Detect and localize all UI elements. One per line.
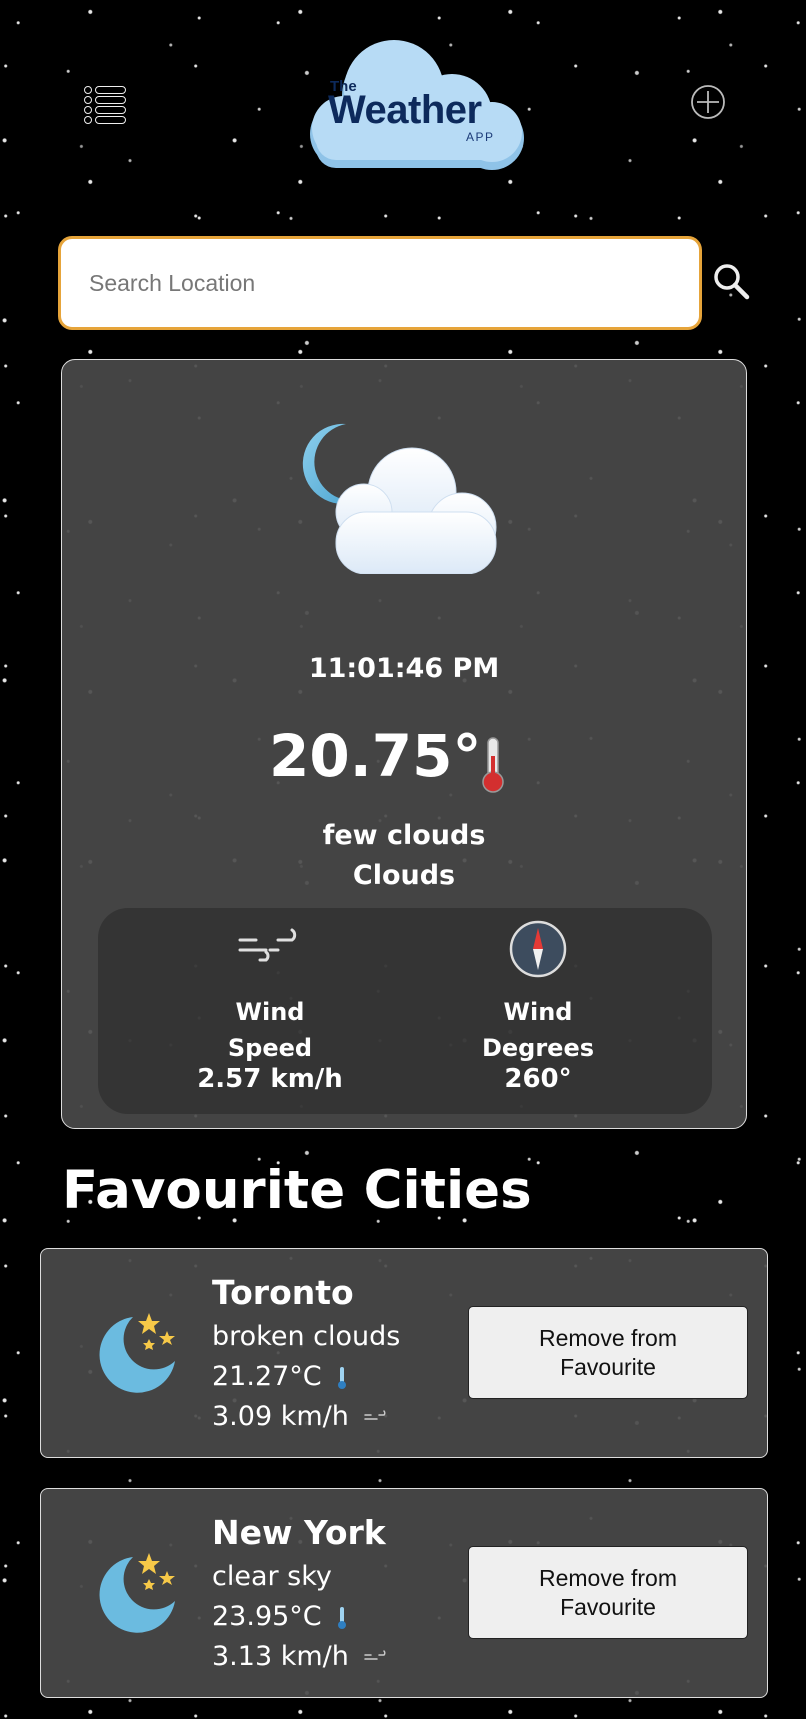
wind-small-icon [364, 1649, 386, 1660]
logo-text-weather: Weather [328, 88, 482, 132]
wind-degrees-label: Wind Degrees [481, 998, 595, 1062]
thermometer-small-icon [338, 1366, 347, 1389]
moon-stars-icon [99, 1553, 175, 1633]
favourite-city-temperature-row: 21.27°C [212, 1361, 348, 1392]
favourite-city-wind: 3.13 km/h [212, 1641, 349, 1672]
wind-degrees-block: Wind Degrees 260° [438, 908, 638, 1114]
wind-panel: Wind Speed 2.57 km/h Wind Degrees 260° [98, 908, 712, 1114]
current-weather-card: 11:01:46 PM 20.75° few clouds Clouds Win… [61, 359, 747, 1129]
favourite-city-description: broken clouds [212, 1321, 401, 1352]
compass-icon [509, 920, 567, 978]
search-icon[interactable] [712, 262, 750, 300]
current-time: 11:01:46 PM [308, 653, 500, 684]
moon-cloud-icon [302, 423, 497, 574]
menu-list-icon[interactable] [84, 86, 126, 124]
remove-favourite-button[interactable]: Remove from Favourite [468, 1546, 748, 1639]
wind-speed-block: Wind Speed 2.57 km/h [170, 908, 370, 1114]
weather-main-condition: Clouds [352, 860, 456, 891]
favourites-title: Favourite Cities [62, 1160, 532, 1221]
favourite-city-wind: 3.09 km/h [212, 1401, 349, 1432]
wind-small-icon [364, 1409, 386, 1420]
favourite-city-card: New York clear sky 23.95°C 3.13 km/h Rem… [40, 1488, 768, 1698]
thermometer-small-icon [338, 1606, 347, 1629]
search-input[interactable] [58, 236, 702, 330]
favourite-city-temperature-row: 23.95°C [212, 1601, 348, 1632]
wind-speed-label: Wind Speed [227, 998, 313, 1062]
current-temperature: 20.75° [269, 722, 482, 790]
wind-degrees-value: 260° [504, 1064, 572, 1094]
add-location-icon[interactable] [690, 84, 726, 120]
wind-icon [238, 928, 297, 962]
favourite-city-card: Toronto broken clouds 21.27°C 3.09 km/h … [40, 1248, 768, 1458]
favourite-city-wind-row: 3.09 km/h [212, 1401, 389, 1432]
favourite-city-name: Toronto [212, 1273, 354, 1312]
favourite-city-wind-row: 3.13 km/h [212, 1641, 389, 1672]
app-header: The Weather APP [0, 0, 806, 200]
moon-stars-icon [99, 1313, 175, 1393]
wind-speed-value: 2.57 km/h [197, 1064, 343, 1094]
favourite-city-temperature: 21.27°C [212, 1361, 322, 1392]
favourite-city-name: New York [212, 1513, 386, 1552]
app-logo: The Weather APP [286, 34, 532, 172]
remove-favourite-button[interactable]: Remove from Favourite [468, 1306, 748, 1399]
thermometer-icon [482, 737, 504, 793]
logo-text-app: APP [466, 130, 495, 144]
temperature-row: 20.75° [62, 722, 746, 802]
favourite-city-temperature: 23.95°C [212, 1601, 322, 1632]
weather-description: few clouds [322, 820, 486, 851]
favourite-city-description: clear sky [212, 1561, 332, 1592]
